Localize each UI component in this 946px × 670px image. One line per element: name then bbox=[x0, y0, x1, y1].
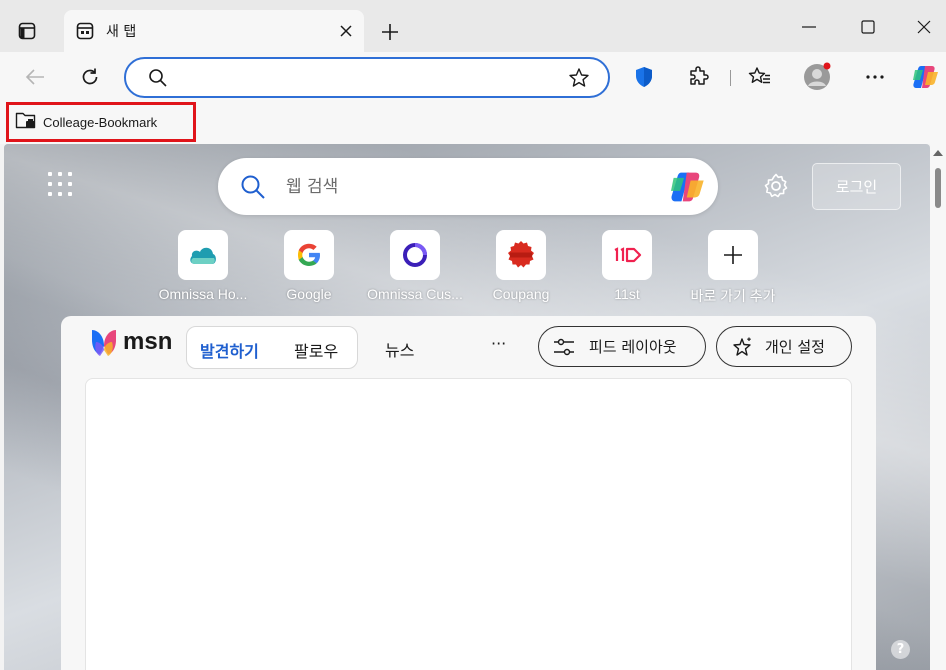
tab-title: 새 탭 bbox=[106, 24, 137, 40]
web-search-box[interactable] bbox=[218, 158, 718, 215]
minimize-button[interactable] bbox=[786, 12, 832, 42]
quick-link-coupang[interactable]: Coupang bbox=[468, 230, 574, 302]
refresh-icon bbox=[82, 68, 98, 85]
msn-logo[interactable]: msn bbox=[88, 326, 172, 358]
omnissa-ring-logo-icon bbox=[390, 230, 440, 280]
browser-essentials-button[interactable] bbox=[629, 62, 659, 92]
quick-links: Omnissa Ho... Google Omnissa Cus... Coup… bbox=[150, 230, 790, 304]
bookmarks-bar: Colleage-Bookmark bbox=[0, 102, 946, 144]
sliders-icon bbox=[553, 338, 575, 356]
quick-link-label: 바로 가기 추가 bbox=[690, 288, 776, 304]
extensions-button[interactable] bbox=[684, 62, 714, 92]
plus-icon bbox=[382, 24, 398, 40]
sidebar-toggle-icon[interactable] bbox=[14, 18, 40, 44]
scroll-thumb[interactable] bbox=[935, 168, 941, 208]
search-icon bbox=[148, 68, 168, 92]
new-tab-button[interactable] bbox=[376, 18, 404, 46]
coupang-logo-icon bbox=[496, 230, 546, 280]
more-horizontal-icon bbox=[866, 75, 884, 79]
sparkle-star-icon bbox=[731, 336, 753, 358]
quick-link-11st[interactable]: 11st bbox=[574, 230, 680, 302]
msn-tab-group: 발견하기 팔로우 bbox=[186, 326, 358, 369]
msn-butterfly-icon bbox=[92, 330, 116, 356]
feed-layout-button[interactable]: 피드 레이아웃 bbox=[538, 326, 706, 367]
favorite-star-icon[interactable] bbox=[568, 67, 590, 93]
shield-icon bbox=[636, 67, 652, 87]
quick-link-label: Coupang bbox=[492, 286, 550, 302]
personalize-button[interactable]: 개인 설정 bbox=[716, 326, 852, 367]
page-scrollbar[interactable] bbox=[930, 144, 946, 670]
tab-discover[interactable]: 발견하기 bbox=[200, 338, 259, 362]
feed-layout-label: 피드 레이아웃 bbox=[589, 338, 677, 356]
web-search-input[interactable] bbox=[286, 174, 646, 200]
plus-icon bbox=[708, 230, 758, 280]
back-arrow-icon bbox=[25, 69, 44, 85]
favorites-list-icon bbox=[748, 67, 770, 84]
tab-new-tab[interactable]: 새 탭 bbox=[64, 10, 364, 52]
copilot-icon bbox=[913, 66, 938, 88]
maximize-icon bbox=[861, 20, 875, 34]
maximize-button[interactable] bbox=[845, 12, 891, 42]
tab-news[interactable]: 뉴스 bbox=[385, 337, 414, 361]
quick-link-omnissa-customer[interactable]: Omnissa Cus... bbox=[362, 230, 468, 302]
tab-following[interactable]: 팔로우 bbox=[294, 338, 338, 362]
minimize-icon bbox=[802, 26, 816, 28]
help-button[interactable]: ? bbox=[891, 640, 910, 659]
msn-feed-panel: msn 발견하기 팔로우 뉴스 ··· 피드 레이아웃 개인 설정 bbox=[61, 316, 876, 670]
feed-card[interactable] bbox=[85, 378, 852, 670]
copilot-button[interactable] bbox=[911, 62, 941, 92]
navigation-toolbar bbox=[0, 52, 946, 102]
page-settings-gear-icon[interactable] bbox=[762, 172, 790, 204]
settings-more-button[interactable] bbox=[860, 62, 890, 92]
msn-wordmark: msn bbox=[123, 328, 173, 355]
add-shortcut-button[interactable]: 바로 가기 추가 bbox=[680, 230, 786, 306]
quick-link-google[interactable]: Google bbox=[256, 230, 362, 302]
profile-button[interactable] bbox=[802, 62, 832, 92]
search-icon bbox=[240, 174, 266, 204]
title-bar: 새 탭 bbox=[0, 0, 946, 52]
quick-link-label: Omnissa Cus... bbox=[367, 286, 463, 302]
favorites-button[interactable] bbox=[745, 62, 775, 92]
bookmark-label: Colleage-Bookmark bbox=[43, 114, 158, 130]
personalize-label: 개인 설정 bbox=[765, 338, 825, 356]
login-button[interactable]: 로그인 bbox=[812, 163, 901, 210]
back-button[interactable] bbox=[20, 62, 50, 92]
bookmark-folder-colleage[interactable]: Colleage-Bookmark bbox=[6, 102, 196, 142]
quick-link-label: Google bbox=[286, 286, 332, 302]
quick-link-label: 11st bbox=[614, 286, 640, 302]
close-tab-icon[interactable] bbox=[332, 17, 360, 45]
address-input[interactable] bbox=[178, 65, 558, 91]
scroll-up-arrow-icon[interactable] bbox=[933, 150, 943, 156]
address-bar[interactable] bbox=[124, 57, 610, 98]
toolbar-divider bbox=[730, 70, 731, 86]
google-logo-icon bbox=[284, 230, 334, 280]
folder-icon bbox=[15, 110, 37, 134]
more-tabs-button[interactable]: ··· bbox=[491, 334, 506, 353]
new-tab-page-icon bbox=[76, 22, 94, 40]
quick-link-omnissa-horizon[interactable]: Omnissa Ho... bbox=[150, 230, 256, 302]
avatar bbox=[804, 62, 831, 90]
copilot-icon[interactable] bbox=[668, 170, 708, 208]
puzzle-icon bbox=[690, 66, 709, 85]
refresh-button[interactable] bbox=[75, 62, 105, 92]
quick-link-label: Omnissa Ho... bbox=[158, 286, 248, 302]
close-window-button[interactable] bbox=[901, 12, 946, 42]
close-icon bbox=[917, 20, 931, 34]
11st-logo-icon bbox=[602, 230, 652, 280]
new-tab-page: 로그인 Omnissa Ho... Google Omnissa Cus... … bbox=[4, 144, 930, 670]
app-launcher-grid-icon[interactable] bbox=[48, 172, 72, 196]
omnissa-horizon-logo-icon bbox=[178, 230, 228, 280]
